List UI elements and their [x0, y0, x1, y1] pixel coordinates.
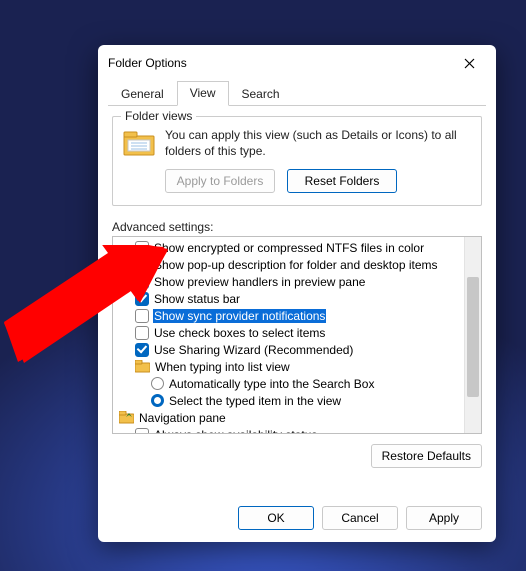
- scrollbar-thumb[interactable]: [467, 277, 479, 397]
- option-label: Show encrypted or compressed NTFS files …: [153, 241, 425, 255]
- checkbox-icon: [135, 326, 149, 340]
- checkbox-icon: [135, 292, 149, 306]
- folder-views-legend: Folder views: [121, 109, 196, 123]
- radio-icon: [151, 377, 164, 390]
- tab-view[interactable]: View: [177, 81, 229, 106]
- checkbox-icon: [135, 241, 149, 255]
- nav-pane-icon: [119, 411, 134, 424]
- option-ntfs-color[interactable]: Show encrypted or compressed NTFS files …: [119, 239, 481, 256]
- option-label: Show status bar: [153, 292, 241, 306]
- folder-icon: [135, 360, 150, 373]
- tree-scrollbar[interactable]: [464, 237, 481, 433]
- folder-icon: [123, 129, 155, 157]
- dialog-title: Folder Options: [108, 56, 187, 70]
- dialog-buttons: OK Cancel Apply: [98, 498, 496, 542]
- option-sharing-wizard[interactable]: Use Sharing Wizard (Recommended): [119, 341, 481, 358]
- close-icon: [464, 58, 475, 69]
- advanced-settings-label: Advanced settings:: [112, 220, 482, 234]
- cancel-button[interactable]: Cancel: [322, 506, 398, 530]
- option-preview-handlers[interactable]: Show preview handlers in preview pane: [119, 273, 481, 290]
- option-sync-provider-notifications[interactable]: Show sync provider notifications: [119, 307, 481, 324]
- advanced-settings-tree: Show encrypted or compressed NTFS files …: [112, 236, 482, 434]
- apply-to-folders-button[interactable]: Apply to Folders: [165, 169, 275, 193]
- checkbox-icon: [135, 309, 149, 323]
- option-popup-description[interactable]: Show pop-up description for folder and d…: [119, 256, 481, 273]
- close-button[interactable]: [452, 49, 486, 77]
- option-label: Always show availability status: [153, 428, 318, 434]
- apply-button[interactable]: Apply: [406, 506, 482, 530]
- tab-general[interactable]: General: [108, 82, 177, 106]
- option-type-search-box[interactable]: Automatically type into the Search Box: [119, 375, 481, 392]
- option-label: Use Sharing Wizard (Recommended): [153, 343, 354, 357]
- option-select-typed-item[interactable]: Select the typed item in the view: [119, 392, 481, 409]
- group-label: When typing into list view: [154, 360, 291, 374]
- checkbox-icon: [135, 428, 149, 434]
- folder-views-group: Folder views You can apply this view (su…: [112, 116, 482, 206]
- option-label: Automatically type into the Search Box: [168, 377, 375, 391]
- radio-icon: [151, 394, 164, 407]
- ok-button[interactable]: OK: [238, 506, 314, 530]
- tab-body-view: Folder views You can apply this view (su…: [98, 106, 496, 498]
- group-label: Navigation pane: [138, 411, 227, 425]
- desktop-background: Folder Options General View Search Folde…: [0, 0, 526, 571]
- tab-strip: General View Search: [108, 81, 486, 106]
- option-label: Select the typed item in the view: [168, 394, 342, 408]
- titlebar: Folder Options: [98, 45, 496, 81]
- checkbox-icon: [135, 275, 149, 289]
- option-status-bar[interactable]: Show status bar: [119, 290, 481, 307]
- option-label: Use check boxes to select items: [153, 326, 326, 340]
- folder-options-dialog: Folder Options General View Search Folde…: [98, 45, 496, 542]
- tab-search[interactable]: Search: [229, 82, 293, 106]
- folder-views-text: You can apply this view (such as Details…: [165, 127, 471, 159]
- option-label: Show preview handlers in preview pane: [153, 275, 366, 289]
- option-availability-status[interactable]: Always show availability status: [119, 426, 481, 433]
- option-use-check-boxes[interactable]: Use check boxes to select items: [119, 324, 481, 341]
- restore-defaults-button[interactable]: Restore Defaults: [371, 444, 482, 468]
- reset-folders-button[interactable]: Reset Folders: [287, 169, 397, 193]
- group-navigation-pane: Navigation pane: [119, 409, 481, 426]
- option-label: Show pop-up description for folder and d…: [153, 258, 439, 272]
- group-when-typing: When typing into list view: [119, 358, 481, 375]
- option-label: Show sync provider notifications: [153, 309, 326, 323]
- checkbox-icon: [135, 258, 149, 272]
- checkbox-icon: [135, 343, 149, 357]
